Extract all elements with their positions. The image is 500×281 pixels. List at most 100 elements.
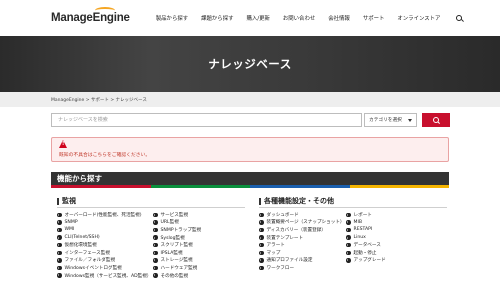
- arrow-circle-icon: [346, 242, 351, 248]
- monitoring-link[interactable]: スクリプト監視: [153, 241, 201, 249]
- arrow-circle-icon: [153, 235, 158, 240]
- arrow-circle-icon: [346, 258, 351, 263]
- monitoring-link-label: ハードウェア監視: [160, 265, 198, 271]
- monitoring-divider: [57, 207, 245, 208]
- section-marker: [57, 197, 59, 205]
- settings-link[interactable]: 通知プロファイル設定: [259, 257, 345, 265]
- search-icon[interactable]: [455, 14, 464, 23]
- monitoring-link-label: オーバーロード(性能監視、死活監視): [64, 212, 142, 218]
- kb-search-row: カテゴリを選択: [51, 113, 450, 127]
- known-issues-alert: 既知の不具合はこちらをご確認ください。: [51, 137, 449, 162]
- stripe-yellow: [349, 185, 449, 188]
- chevron-down-icon: [408, 118, 412, 122]
- main-nav: 製品から探す 課題から探す 購入/更新 お問い合わせ 会社情報 サポート オンラ…: [156, 14, 454, 22]
- monitoring-link-label: IPSLA監視: [160, 250, 183, 256]
- arrow-circle-icon: [153, 212, 158, 218]
- settings-link[interactable]: 装置概要ページ（スナップショット）: [259, 219, 345, 227]
- monitoring-link-label: その他の監視: [160, 273, 189, 279]
- settings-link[interactable]: マップ: [259, 249, 345, 257]
- settings-link-label: ワークフロー: [266, 265, 295, 271]
- settings-list-1: ダッシュボード 装置概要ページ（スナップショット） ディスカバリー（装置登録） 装置テ…: [259, 211, 345, 272]
- nav-purchase[interactable]: 購入/更新: [246, 14, 269, 22]
- arrow-circle-icon: [153, 250, 158, 256]
- monitoring-link[interactable]: サービス監視: [153, 211, 201, 219]
- section-marker: [259, 197, 261, 205]
- arrow-circle-icon: [153, 273, 158, 278]
- nav-products[interactable]: 製品から探す: [156, 14, 188, 22]
- settings-link[interactable]: アップグレード: [346, 257, 386, 265]
- monitoring-link[interactable]: WMI: [57, 226, 151, 234]
- settings-link-label: データベース: [353, 243, 381, 249]
- nav-solutions[interactable]: 課題から探す: [201, 14, 233, 22]
- category-select[interactable]: カテゴリを選択: [364, 113, 417, 127]
- manageengine-logo[interactable]: ManageEngine: [51, 7, 130, 24]
- nav-contact[interactable]: お問い合わせ: [283, 14, 315, 22]
- settings-link-label: RESTAPI: [353, 227, 373, 233]
- arrow-circle-icon: [259, 265, 264, 271]
- monitoring-link[interactable]: オーバーロード(性能監視、死活監視): [57, 211, 151, 219]
- settings-link-label: レポート: [353, 212, 372, 218]
- monitoring-link[interactable]: SNMPトラップ監視: [153, 226, 201, 234]
- monitoring-link[interactable]: CLI(Telnet/SSH): [57, 234, 151, 242]
- settings-link-label: アラート: [266, 243, 285, 249]
- kb-search-button[interactable]: [422, 113, 450, 127]
- nav-company[interactable]: 会社情報: [328, 14, 350, 22]
- breadcrumb[interactable]: ManageEngine > サポート > ナレッジベース: [51, 97, 147, 103]
- settings-link[interactable]: RESTAPI: [346, 226, 386, 234]
- monitoring-title-text: 監視: [62, 197, 76, 205]
- nav-support[interactable]: サポート: [363, 14, 385, 22]
- arrow-circle-icon: [57, 250, 62, 256]
- monitoring-link[interactable]: Syslog監視: [153, 234, 201, 242]
- kb-search-input[interactable]: [51, 113, 362, 127]
- monitoring-link-label: 仮想化環境監視: [64, 243, 97, 249]
- settings-link-label: マップ: [266, 250, 281, 256]
- arrow-circle-icon: [346, 220, 351, 225]
- monitoring-link[interactable]: URL監視: [153, 219, 201, 227]
- monitoring-link[interactable]: Windowsイベントログ監視: [57, 264, 151, 272]
- settings-link[interactable]: レポート: [346, 211, 386, 219]
- stripe-green: [150, 185, 250, 188]
- settings-divider: [259, 207, 447, 208]
- arrow-circle-icon: [346, 235, 351, 240]
- settings-link[interactable]: 装置テンプレート: [259, 234, 345, 242]
- monitoring-link[interactable]: ストレージ監視: [153, 257, 201, 265]
- settings-link[interactable]: MIB: [346, 219, 386, 227]
- arrow-circle-icon: [259, 250, 264, 256]
- known-issues-link[interactable]: 既知の不具合はこちらをご確認ください。: [59, 151, 150, 158]
- monitoring-link[interactable]: IPSLA監視: [153, 249, 201, 257]
- monitoring-link[interactable]: Windows監視（サービス監視、AD監視）: [57, 272, 151, 280]
- monitoring-link-label: ファイル／フォルダ監視: [64, 258, 116, 264]
- monitoring-link[interactable]: ハードウェア監視: [153, 264, 201, 272]
- settings-link-label: ディスカバリー（装置登録）: [266, 227, 326, 233]
- monitoring-link[interactable]: ファイル／フォルダ監視: [57, 257, 151, 265]
- monitoring-link-label: スクリプト監視: [160, 243, 193, 249]
- monitoring-link[interactable]: 仮想化環境監視: [57, 241, 151, 249]
- monitoring-link-label: Windows監視（サービス監視、AD監視）: [64, 273, 152, 279]
- settings-link[interactable]: データベース: [346, 241, 386, 249]
- monitoring-link-label: URL監視: [160, 220, 179, 226]
- category-select-label: カテゴリを選択: [369, 118, 402, 123]
- nav-online-store[interactable]: オンラインストア: [397, 14, 440, 22]
- arrow-circle-icon: [259, 242, 264, 248]
- monitoring-link-label: SNMPトラップ監視: [160, 227, 202, 233]
- arrow-circle-icon: [153, 265, 158, 271]
- page-title: ナレッジベース: [208, 57, 292, 71]
- monitoring-link[interactable]: その他の監視: [153, 272, 201, 280]
- settings-link[interactable]: 起動・停止: [346, 249, 386, 257]
- monitoring-list-1: オーバーロード(性能監視、死活監視) SNMP WMI CLI(Telnet/SSH)…: [57, 211, 151, 279]
- knowledge-base-page: ManageEngine 製品から探す 課題から探す 購入/更新 お問い合わせ …: [0, 0, 500, 281]
- monitoring-link[interactable]: SNMP: [57, 219, 151, 227]
- logo-arc: [95, 7, 115, 14]
- arrow-circle-icon: [57, 212, 62, 218]
- settings-link[interactable]: ワークフロー: [259, 264, 345, 272]
- settings-link[interactable]: アラート: [259, 241, 345, 249]
- arrow-circle-icon: [259, 212, 264, 218]
- arrow-circle-icon: [153, 242, 158, 248]
- settings-link[interactable]: ディスカバリー（装置登録）: [259, 226, 345, 234]
- settings-link-label: 通知プロファイル設定: [266, 258, 313, 264]
- settings-link[interactable]: Linux: [346, 234, 386, 242]
- settings-link[interactable]: ダッシュボード: [259, 211, 345, 219]
- monitoring-link-label: CLI(Telnet/SSH): [64, 235, 100, 241]
- arrow-circle-icon: [346, 227, 351, 233]
- monitoring-link[interactable]: インターフェース監視: [57, 249, 151, 257]
